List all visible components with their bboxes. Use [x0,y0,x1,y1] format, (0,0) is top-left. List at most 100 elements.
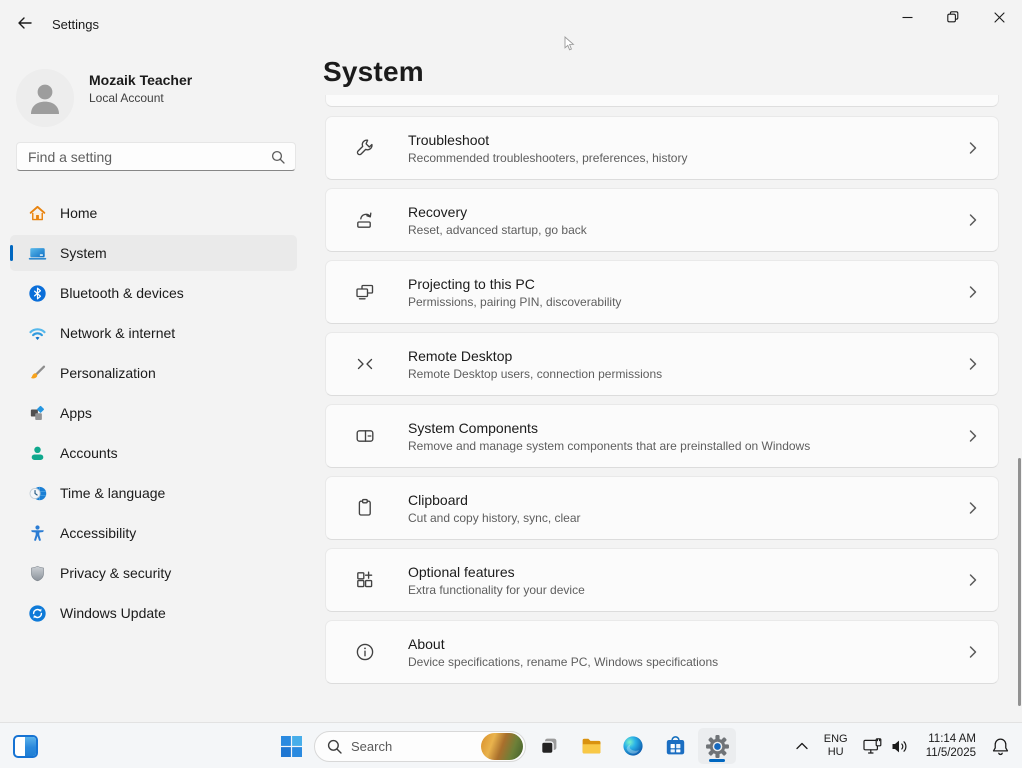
profile-account-type: Local Account [89,91,164,105]
sidebar-item-label: Windows Update [60,605,166,621]
sidebar-item-accounts[interactable]: Accounts [10,435,297,471]
sidebar-item-home[interactable]: Home [10,195,297,231]
sidebar-item-windows-update[interactable]: Windows Update [10,595,297,631]
task-view-icon [539,736,559,756]
card-title: Optional features [408,564,585,580]
language-indicator[interactable]: ENG HU [817,729,855,763]
settings-taskbar-button[interactable] [698,728,736,764]
chevron-right-icon [969,214,977,227]
sidebar-item-label: Home [60,205,97,221]
windows-update-icon [28,604,47,623]
file-explorer-button[interactable] [572,728,610,764]
start-button[interactable] [272,728,310,764]
widgets-button[interactable] [6,728,44,764]
system-tray-icons[interactable] [855,728,918,764]
settings-search-input[interactable] [17,149,271,165]
close-button[interactable] [976,0,1022,34]
card-subtitle: Remote Desktop users, connection permiss… [408,367,662,381]
home-icon [28,204,47,223]
card-title: System Components [408,420,810,436]
scrollbar-thumb[interactable] [1018,458,1021,706]
search-icon [271,150,285,164]
restore-icon [947,11,959,23]
titlebar: Settings [0,0,1022,40]
back-button[interactable] [10,9,40,37]
sidebar-item-label: Accessibility [60,525,136,541]
minimize-icon [902,12,913,23]
remote-desktop-icon [353,352,377,376]
settings-gear-icon [705,734,730,759]
microsoft-store-button[interactable] [656,728,694,764]
card-remote-desktop[interactable]: Remote Desktop Remote Desktop users, con… [325,332,999,396]
bluetooth-icon [28,284,47,303]
chevron-right-icon [969,646,977,659]
card-clipboard[interactable]: Clipboard Cut and copy history, sync, cl… [325,476,999,540]
minimize-button[interactable] [884,0,930,34]
accessibility-icon [28,524,47,543]
card-about[interactable]: About Device specifications, rename PC, … [325,620,999,684]
card-title: Remote Desktop [408,348,662,364]
taskbar-search-box[interactable]: Search [314,731,526,762]
widgets-icon-right [25,737,36,756]
sidebar-item-personalization[interactable]: Personalization [10,355,297,391]
tray-expand-button[interactable] [787,728,817,764]
sidebar-nav: Home System Bluetooth & devices [10,195,297,635]
chevron-right-icon [969,142,977,155]
sidebar-item-label: Personalization [60,365,156,381]
search-icon [327,739,342,754]
card-subtitle: Extra functionality for your device [408,583,585,597]
bell-icon [992,737,1009,756]
card-troubleshoot[interactable]: Troubleshoot Recommended troubleshooters… [325,116,999,180]
clipboard-icon [353,496,377,520]
sidebar-item-system[interactable]: System [10,235,297,271]
card-title: Troubleshoot [408,132,687,148]
clock[interactable]: 11:14 AM 11/5/2025 [918,729,984,763]
card-projecting-to-this-pc[interactable]: Projecting to this PC Permissions, pairi… [325,260,999,324]
language-line1: ENG [817,733,855,746]
profile-name: Mozaik Teacher [89,72,192,88]
page-title: System [323,56,424,88]
card-subtitle: Remove and manage system components that… [408,439,810,453]
taskbar: Search [0,722,1022,768]
system-icon [28,244,47,263]
sidebar-item-label: Privacy & security [60,565,171,581]
sidebar-item-privacy-security[interactable]: Privacy & security [10,555,297,591]
sidebar-item-bluetooth-devices[interactable]: Bluetooth & devices [10,275,297,311]
sidebar-item-label: Apps [60,405,92,421]
restore-button[interactable] [930,0,976,34]
card-title: Projecting to this PC [408,276,621,292]
widgets-icon [13,735,38,758]
sidebar-item-network-internet[interactable]: Network & internet [10,315,297,351]
card-title: Recovery [408,204,587,220]
card-subtitle: Device specifications, rename PC, Window… [408,655,718,669]
sidebar-item-apps[interactable]: Apps [10,395,297,431]
chevron-right-icon [969,430,977,443]
recovery-icon [353,208,377,232]
clock-time: 11:14 AM [926,732,976,746]
card-subtitle: Reset, advanced startup, go back [408,223,587,237]
card-optional-features[interactable]: Optional features Extra functionality fo… [325,548,999,612]
sidebar-item-label: Time & language [60,485,165,501]
sidebar-item-time-language[interactable]: Time & language [10,475,297,511]
widgets-icon-left [15,737,26,756]
chevron-right-icon [969,574,977,587]
edge-icon [622,735,644,757]
card-recovery[interactable]: Recovery Reset, advanced startup, go bac… [325,188,999,252]
network-icon [28,324,47,343]
card-title: Clipboard [408,492,581,508]
close-icon [994,12,1005,23]
settings-search-box[interactable] [16,142,296,171]
notifications-button[interactable] [984,728,1016,764]
clock-date: 11/5/2025 [926,746,976,760]
task-view-button[interactable] [530,728,568,764]
sidebar-item-accessibility[interactable]: Accessibility [10,515,297,551]
window-title: Settings [52,17,99,32]
card-system-components[interactable]: System Components Remove and manage syst… [325,404,999,468]
avatar[interactable] [16,69,74,127]
optional-features-icon [353,568,377,592]
partial-list-item[interactable] [325,95,999,107]
search-highlight-image [481,733,523,760]
accounts-icon [28,444,47,463]
language-line2: HU [817,746,855,759]
edge-button[interactable] [614,728,652,764]
